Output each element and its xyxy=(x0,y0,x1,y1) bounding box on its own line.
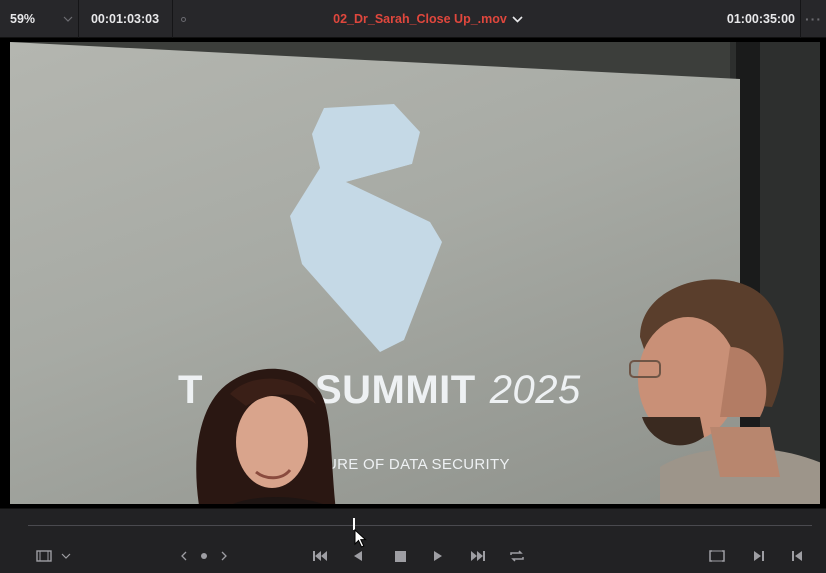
video-frame: T SUMMIT 2025 URE OF DATA SECURITY xyxy=(10,42,820,504)
match-frame-icon[interactable] xyxy=(706,545,728,567)
next-icon[interactable] xyxy=(221,551,228,561)
zoom-chevron-down-icon[interactable] xyxy=(58,0,78,38)
prev-edit-icon[interactable] xyxy=(788,545,806,567)
clip-view-icon[interactable] xyxy=(34,545,54,567)
summit-logo-icon xyxy=(290,104,442,352)
loop-icon[interactable] xyxy=(506,545,528,567)
chevron-down-icon[interactable] xyxy=(58,545,74,567)
stop-icon[interactable] xyxy=(390,545,410,567)
transport-bar xyxy=(0,508,826,573)
status-dot-icon xyxy=(176,0,190,38)
source-timecode[interactable]: 00:01:03:03 xyxy=(80,0,170,38)
play-reverse-icon[interactable] xyxy=(348,545,368,567)
person-man xyxy=(629,279,820,504)
viewer-header: 59% 00:01:03:03 02_Dr_Sarah_Close Up_.mo… xyxy=(0,0,826,38)
zoom-level[interactable]: 59% xyxy=(10,0,58,38)
scrub-bar[interactable] xyxy=(28,525,812,526)
marker-dot-icon[interactable] xyxy=(201,553,207,559)
summit-year: 2025 xyxy=(489,368,581,412)
prev-icon[interactable] xyxy=(180,551,187,561)
next-edit-icon[interactable] xyxy=(750,545,768,567)
video-viewer[interactable]: T SUMMIT 2025 URE OF DATA SECURITY xyxy=(0,38,826,508)
clip-chevron-down-icon[interactable] xyxy=(508,0,526,38)
timeline-timecode[interactable]: 01:00:35:00 xyxy=(700,0,795,38)
play-icon[interactable] xyxy=(428,545,448,567)
marker-nav xyxy=(180,545,228,567)
jump-to-end-icon[interactable] xyxy=(466,545,490,567)
more-options-icon[interactable]: ··· xyxy=(801,0,826,38)
jump-to-start-icon[interactable] xyxy=(308,545,332,567)
person-woman xyxy=(196,368,336,504)
